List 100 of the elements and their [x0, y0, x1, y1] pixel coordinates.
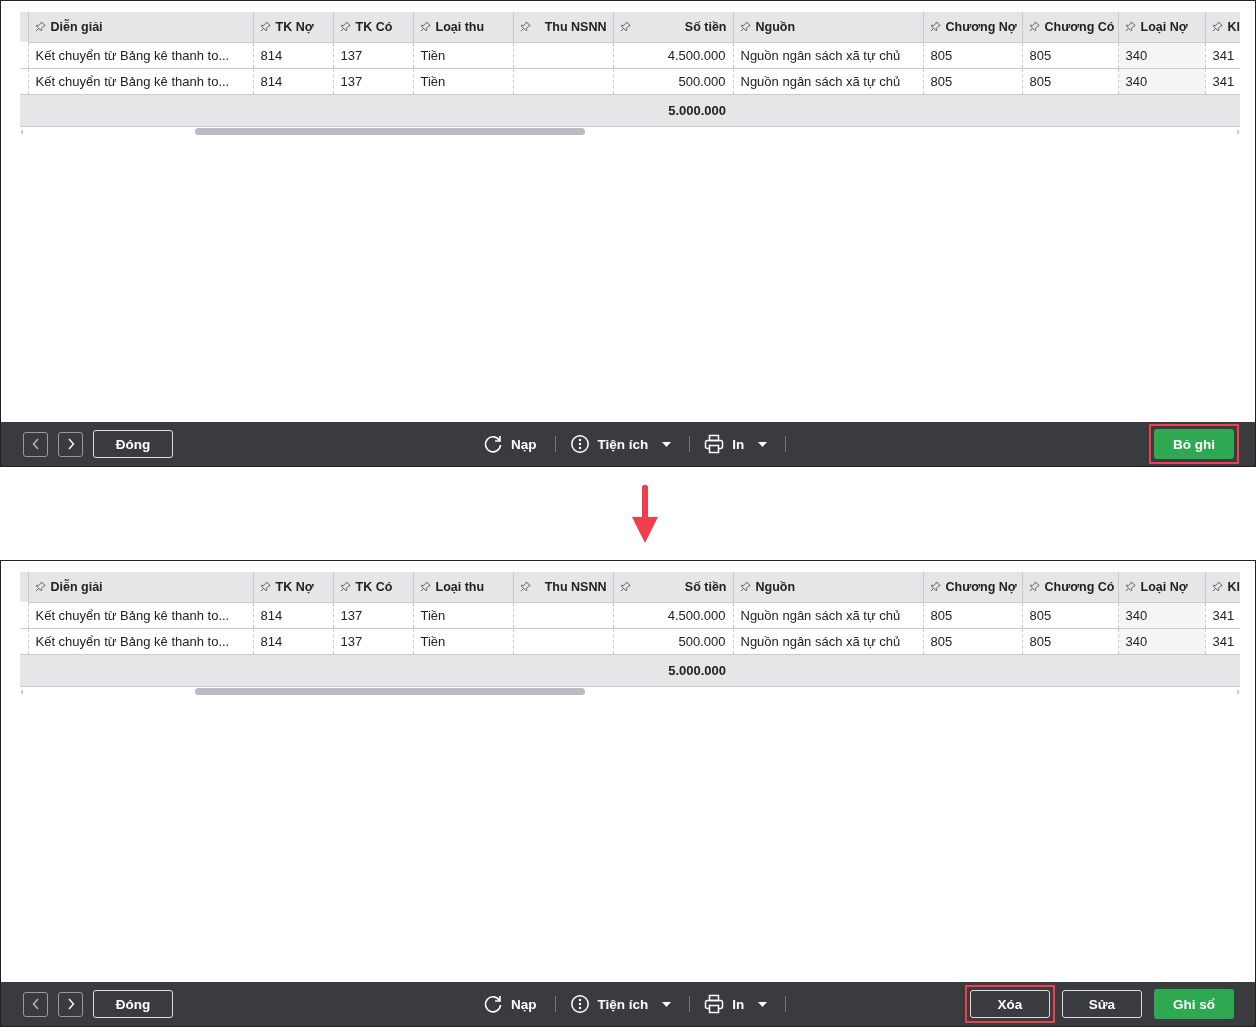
table-cell: 805 — [930, 633, 953, 649]
table-cell: 137 — [340, 607, 363, 623]
scrollbar-thumb[interactable] — [195, 687, 585, 695]
table-cell: 500.000 — [678, 73, 726, 89]
column-header[interactable]: Nguồn — [755, 19, 796, 34]
column-header[interactable]: Kl — [1227, 579, 1240, 594]
pin-icon[interactable] — [619, 581, 631, 593]
pin-icon[interactable] — [1211, 21, 1223, 33]
pin-icon[interactable] — [519, 21, 531, 33]
column-header[interactable]: Thu NSNN — [544, 19, 607, 34]
table-cell: 814 — [260, 47, 283, 63]
column-header[interactable]: Số tiền — [684, 19, 727, 34]
table-cell: 500.000 — [678, 633, 726, 649]
column-header[interactable]: Số tiền — [684, 579, 727, 594]
pin-icon[interactable] — [259, 21, 271, 33]
toolbar-button[interactable]: Nạp — [483, 994, 537, 1014]
column-header[interactable]: Nguồn — [755, 579, 796, 594]
previous-button[interactable] — [23, 431, 48, 457]
pin-icon[interactable] — [1028, 581, 1040, 593]
table-cell: 4.500.000 — [667, 47, 726, 63]
pin-icon[interactable] — [929, 581, 941, 593]
next-button[interactable] — [58, 991, 83, 1017]
column-header[interactable]: TK Nợ — [275, 579, 314, 594]
pin-icon[interactable] — [519, 581, 531, 593]
close-button[interactable]: Đóng — [93, 990, 173, 1018]
table-cell: 137 — [340, 633, 363, 649]
table-cell: 805 — [930, 73, 953, 89]
table-cell: 341 — [1212, 607, 1235, 623]
toolbar-button[interactable]: In — [704, 994, 768, 1014]
column-header[interactable]: Thu NSNN — [544, 579, 607, 594]
table-cell: 340 — [1125, 47, 1148, 63]
pin-icon[interactable] — [259, 581, 271, 593]
table-cell: Kết chuyển từ Bảng kê thanh to... — [35, 633, 230, 649]
pin-icon[interactable] — [739, 21, 751, 33]
table-cell: 805 — [1029, 607, 1052, 623]
pin-icon[interactable] — [339, 581, 351, 593]
pin-icon[interactable] — [739, 581, 751, 593]
table-cell: Nguồn ngân sách xã tự chủ — [740, 73, 901, 89]
table-cell: 341 — [1212, 73, 1235, 89]
table-cell: Nguồn ngân sách xã tự chủ — [740, 633, 901, 649]
table-cell: Tiền — [420, 633, 446, 649]
refresh-icon — [483, 994, 503, 1014]
pin-icon[interactable] — [929, 21, 941, 33]
table-cell: 137 — [340, 47, 363, 63]
table-cell: 805 — [930, 47, 953, 63]
table-cell: 137 — [340, 73, 363, 89]
column-header[interactable]: Loại thu — [435, 579, 485, 594]
next-button[interactable] — [58, 431, 83, 457]
table-cell: Tiền — [420, 47, 446, 63]
action-button[interactable]: Sửa — [1062, 990, 1142, 1018]
pin-icon[interactable] — [1211, 581, 1223, 593]
printer-icon — [704, 994, 725, 1014]
previous-button[interactable] — [23, 991, 48, 1017]
scrollbar-thumb[interactable] — [195, 127, 585, 135]
pin-icon[interactable] — [34, 581, 46, 593]
refresh-icon — [483, 434, 503, 454]
table-cell: 341 — [1212, 47, 1235, 63]
pin-icon[interactable] — [1028, 21, 1040, 33]
table-cell: 805 — [1029, 633, 1052, 649]
table-cell: 805 — [1029, 73, 1052, 89]
table-cell: 341 — [1212, 633, 1235, 649]
column-header[interactable]: Chương Có — [1044, 579, 1115, 594]
pin-icon[interactable] — [339, 21, 351, 33]
pin-icon[interactable] — [419, 581, 431, 593]
column-header[interactable]: Diễn giải — [50, 19, 103, 34]
horizontal-scrollbar[interactable] — [20, 686, 1240, 697]
column-header[interactable]: Loại Nợ — [1140, 19, 1188, 34]
column-header[interactable]: TK Nợ — [275, 19, 314, 34]
pin-icon[interactable] — [1124, 581, 1136, 593]
column-header[interactable]: Chương Nợ — [945, 19, 1017, 34]
toolbar-button[interactable]: Nạp — [483, 434, 537, 454]
column-header[interactable]: Diễn giải — [50, 579, 103, 594]
pin-icon[interactable] — [419, 21, 431, 33]
table-cell: Nguồn ngân sách xã tự chủ — [740, 47, 901, 63]
close-button[interactable]: Đóng — [93, 430, 173, 458]
table-cell: 814 — [260, 73, 283, 89]
toolbar-button[interactable]: Tiện ích — [569, 434, 672, 454]
table-cell: 340 — [1125, 607, 1148, 623]
pin-icon[interactable] — [619, 21, 631, 33]
column-header[interactable]: TK Có — [355, 19, 393, 34]
column-header[interactable]: Kl — [1227, 19, 1240, 34]
column-header[interactable]: Loại thu — [435, 19, 485, 34]
table-cell: 805 — [930, 607, 953, 623]
more-icon — [569, 994, 590, 1014]
column-header[interactable]: Loại Nợ — [1140, 579, 1188, 594]
column-header[interactable]: TK Có — [355, 579, 393, 594]
more-icon — [569, 434, 590, 454]
column-header[interactable]: Chương Nợ — [945, 579, 1017, 594]
column-header[interactable]: Chương Có — [1044, 19, 1115, 34]
table-cell: 340 — [1125, 73, 1148, 89]
horizontal-scrollbar[interactable] — [20, 126, 1240, 137]
pin-icon[interactable] — [1124, 21, 1136, 33]
down-arrow — [630, 484, 660, 543]
chevron-right-icon — [66, 438, 75, 450]
table-cell: 4.500.000 — [667, 607, 726, 623]
action-button[interactable]: Xóa — [970, 990, 1050, 1018]
toolbar-button[interactable]: In — [704, 434, 768, 454]
toolbar-button[interactable]: Tiện ích — [569, 994, 672, 1014]
pin-icon[interactable] — [34, 21, 46, 33]
table-cell: 814 — [260, 633, 283, 649]
